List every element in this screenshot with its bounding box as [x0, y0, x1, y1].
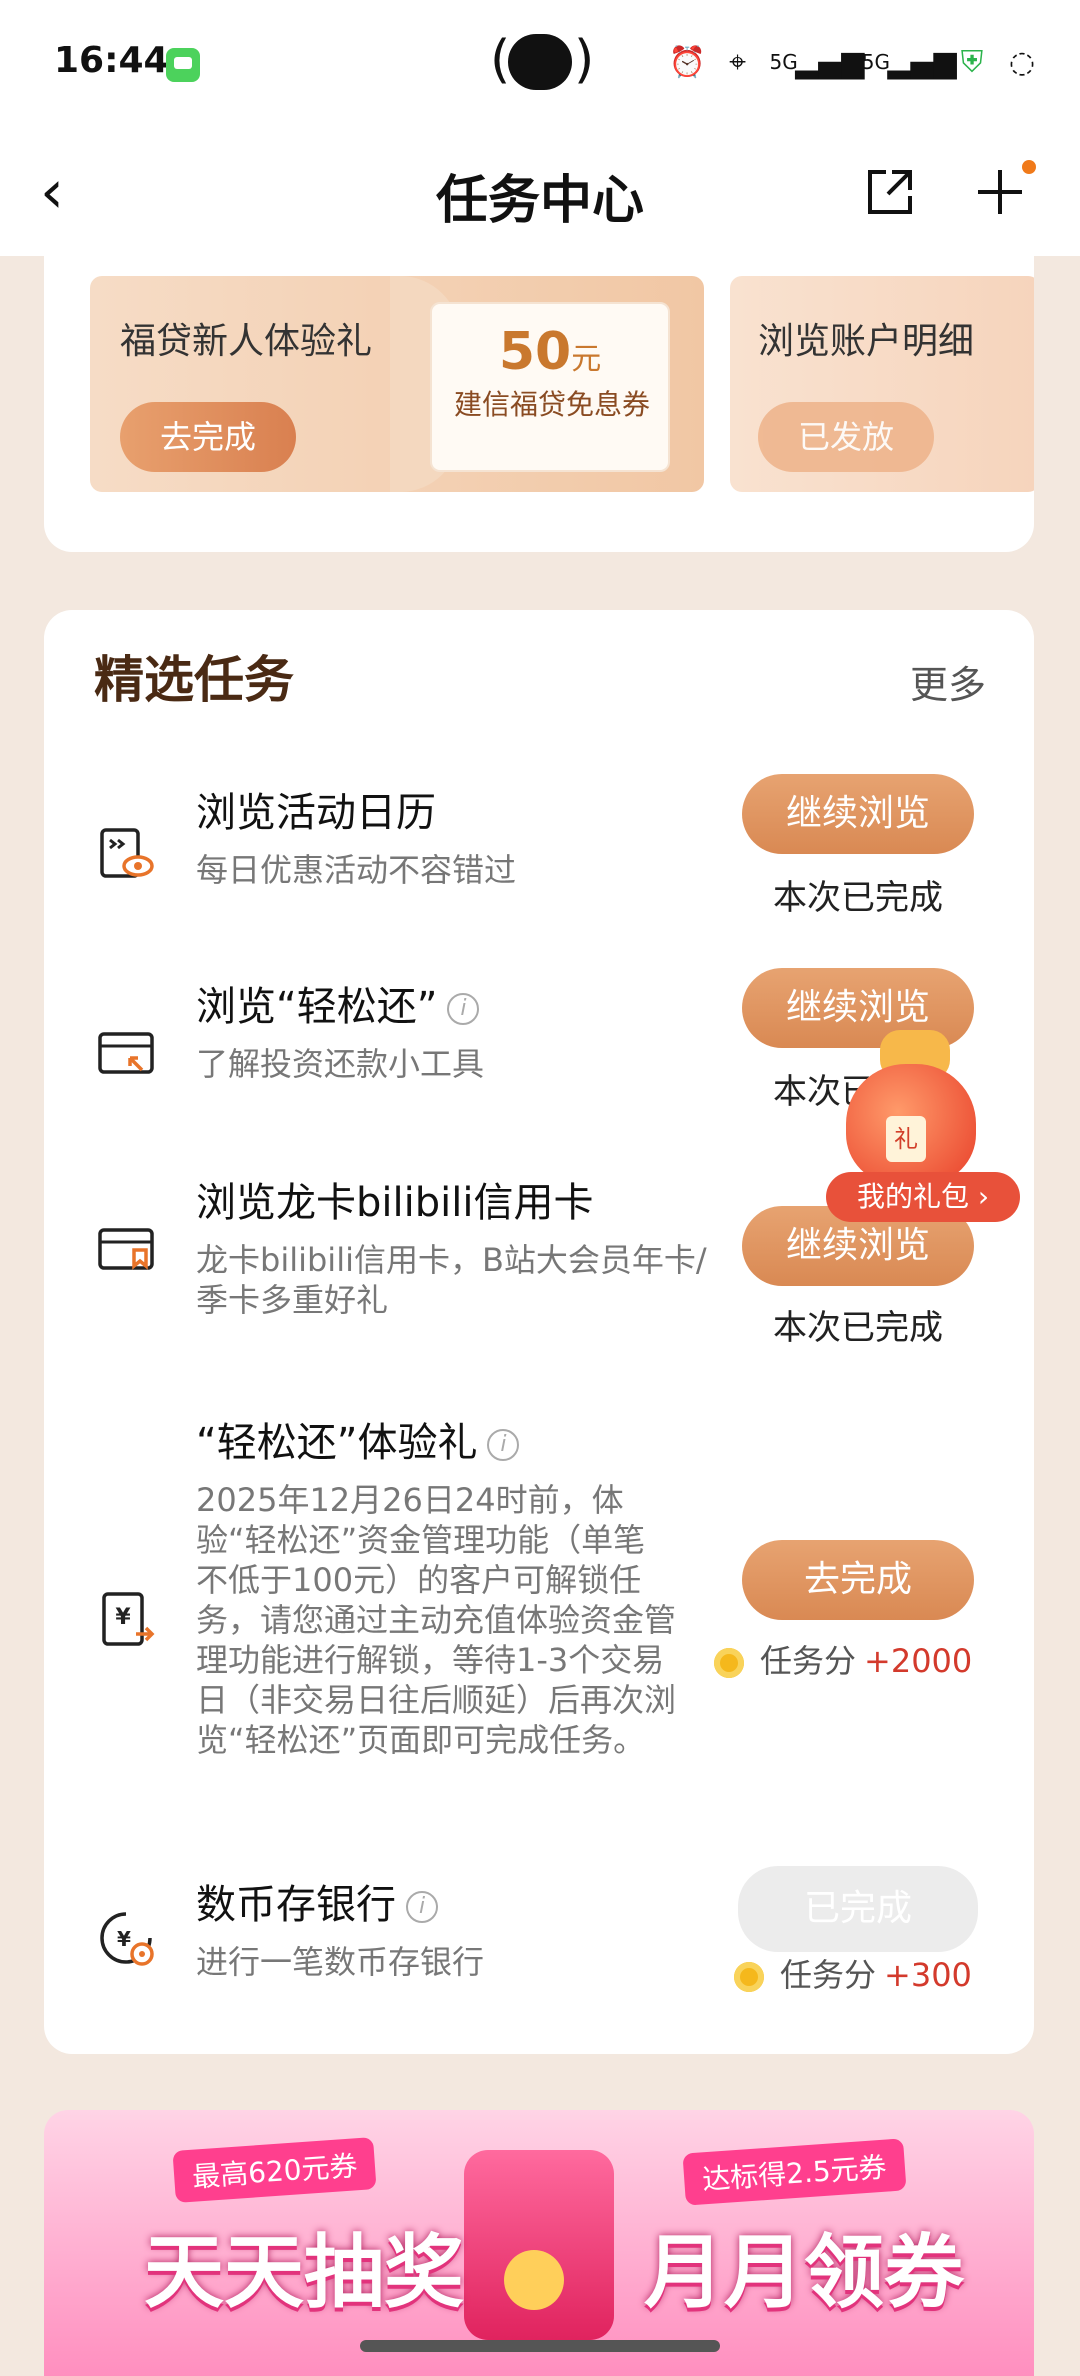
- banner-left-tag: 最高620元券: [172, 2137, 378, 2203]
- promo-label: 浏览账户明细: [758, 321, 975, 362]
- task-desc: 了解投资还款小工具: [196, 1045, 485, 1083]
- gift-float[interactable]: 礼 我的礼包 ›: [820, 1020, 1040, 1240]
- go-complete-button[interactable]: 去完成: [742, 1540, 974, 1620]
- task-score: 任务分 +2000: [714, 1636, 1014, 1682]
- notification-dot: [1022, 160, 1036, 174]
- coupon-unit: 元: [571, 342, 602, 377]
- page-title: 任务中心: [435, 171, 644, 231]
- score-label: 任务分: [780, 1956, 877, 1994]
- tasks-card: 精选任务 更多 浏览活动日历 每日优惠活动不容错过 继续浏览 本次已完成 浏览“…: [44, 610, 1034, 2054]
- promo-label: 福贷新人体验礼: [120, 321, 373, 362]
- digital-coin-bank-icon: ¥: [100, 1912, 154, 1966]
- signal-bars-1-icon: ▂▄▆: [795, 44, 865, 80]
- score-label: 任务分: [760, 1642, 857, 1680]
- task-item: ¥ “轻松还”体验礼 i 2025年12月26日24时前，体验“轻松还”资金管理功…: [44, 1410, 1034, 1830]
- completed-button[interactable]: 已完成: [738, 1866, 978, 1952]
- coupon-amount: 50: [498, 322, 572, 382]
- task-item: 浏览活动日历 每日优惠活动不容错过 继续浏览 本次已完成: [44, 774, 1034, 930]
- coin-icon: [714, 1648, 744, 1678]
- share-icon[interactable]: [862, 164, 918, 220]
- task-name: 浏览“轻松还”: [196, 984, 438, 1030]
- task-name: 数币存银行: [196, 1882, 396, 1928]
- banner-left-title: 天天抽奖: [144, 2226, 464, 2319]
- task-name: 浏览活动日历: [196, 790, 436, 836]
- info-icon[interactable]: i: [487, 1429, 520, 1461]
- status-bar: 16:44 ( ) ⏰ ⌖ 5G ▂▄▆ 5G ▂▄▆ ⛨ ◌: [0, 0, 1080, 128]
- task-desc: 每日优惠活动不容错过: [196, 851, 517, 889]
- signal-1-icon: 5G: [769, 50, 798, 74]
- task-name: 浏览龙卡bilibili信用卡: [196, 1180, 594, 1226]
- coin-icon: [734, 1962, 764, 1992]
- coupon-desc: 建信福贷免息券: [453, 388, 650, 421]
- promo-go-button[interactable]: 去完成: [120, 402, 296, 472]
- card-bookmark-icon: [98, 1228, 154, 1270]
- signal-bars-2-icon: ▂▄▆: [887, 44, 957, 80]
- red-envelope-icon: [464, 2150, 614, 2340]
- yuan-doc-icon: ¥: [102, 1592, 155, 1646]
- my-gift-pill[interactable]: 我的礼包 ›: [826, 1172, 1020, 1222]
- card-arrow-icon: [98, 1032, 154, 1074]
- task-name-wrap: “轻松还”体验礼 i: [196, 1410, 520, 1468]
- section-title: 精选任务: [94, 640, 308, 712]
- score-value: +2000: [864, 1642, 973, 1680]
- coupon: 50元 建信福贷免息券: [430, 302, 670, 472]
- hotspot-icon: [508, 34, 572, 90]
- info-icon[interactable]: i: [447, 993, 480, 1025]
- status-icons: ⏰ ⌖ 5G ▂▄▆ 5G ▂▄▆ ⛨ ◌: [668, 40, 1040, 84]
- status-time: 16:44: [54, 40, 169, 81]
- more-link[interactable]: 更多: [910, 654, 986, 709]
- task-status: 本次已完成: [773, 878, 943, 918]
- lottery-banner[interactable]: 最高620元券 达标得2.5元券 天天抽奖 月月领券: [44, 2110, 1034, 2376]
- task-name: “轻松还”体验礼: [196, 1420, 478, 1466]
- gift-tag: 礼: [886, 1116, 926, 1162]
- home-indicator[interactable]: [360, 2340, 720, 2352]
- task-item: ¥ 数币存银行 i 进行一笔数币存银行 已完成 任务分 +300: [44, 1866, 1034, 2022]
- location-icon: ⌖: [729, 44, 746, 80]
- message-app-icon: [166, 48, 200, 82]
- banner-right-title: 月月领券: [644, 2226, 964, 2319]
- banner-right-tag: 达标得2.5元券: [682, 2138, 907, 2206]
- promo-issued-button[interactable]: 已发放: [758, 402, 934, 472]
- svg-text:¥: ¥: [115, 1605, 131, 1630]
- info-icon[interactable]: i: [406, 1891, 438, 1923]
- task-score: 任务分 +300: [734, 1950, 1034, 1996]
- task-name-wrap: 浏览“轻松还” i: [196, 974, 480, 1032]
- promo-account-detail: 浏览账户明细 已发放: [730, 276, 1034, 492]
- promo-newuser: 福贷新人体验礼 去完成 50元 建信福贷免息券: [90, 276, 704, 492]
- continue-browse-button[interactable]: 继续浏览: [742, 774, 974, 854]
- coupon-amount-wrap: 50元: [432, 322, 668, 382]
- svg-text:¥: ¥: [117, 1927, 131, 1951]
- score-value: +300: [884, 1956, 972, 1994]
- alarm-icon: ⏰: [668, 44, 707, 80]
- promo-card: 福贷新人体验礼 去完成 50元 建信福贷免息券 浏览账户明细 已发放: [44, 230, 1034, 552]
- task-status: 本次已完成: [773, 1308, 943, 1348]
- right-paren-glyph: ): [574, 30, 595, 90]
- plus-icon[interactable]: [972, 164, 1028, 220]
- hotspot-indicator: ( ): [490, 30, 594, 94]
- calendar-eye-icon: [100, 828, 154, 878]
- task-name-wrap: 数币存银行 i: [196, 1872, 438, 1930]
- task-desc: 龙卡bilibili信用卡，B站大会员年卡/季卡多重好礼: [196, 1241, 707, 1319]
- signal-2-icon: 5G: [861, 50, 890, 74]
- task-desc: 进行一笔数币存银行: [196, 1943, 485, 1981]
- task-desc: 2025年12月26日24时前，体验“轻松还”资金管理功能（单笔不低于100元）…: [196, 1481, 677, 1759]
- battery-ring-icon: ◌: [1008, 44, 1036, 80]
- security-shield-icon: ⛨: [960, 44, 984, 80]
